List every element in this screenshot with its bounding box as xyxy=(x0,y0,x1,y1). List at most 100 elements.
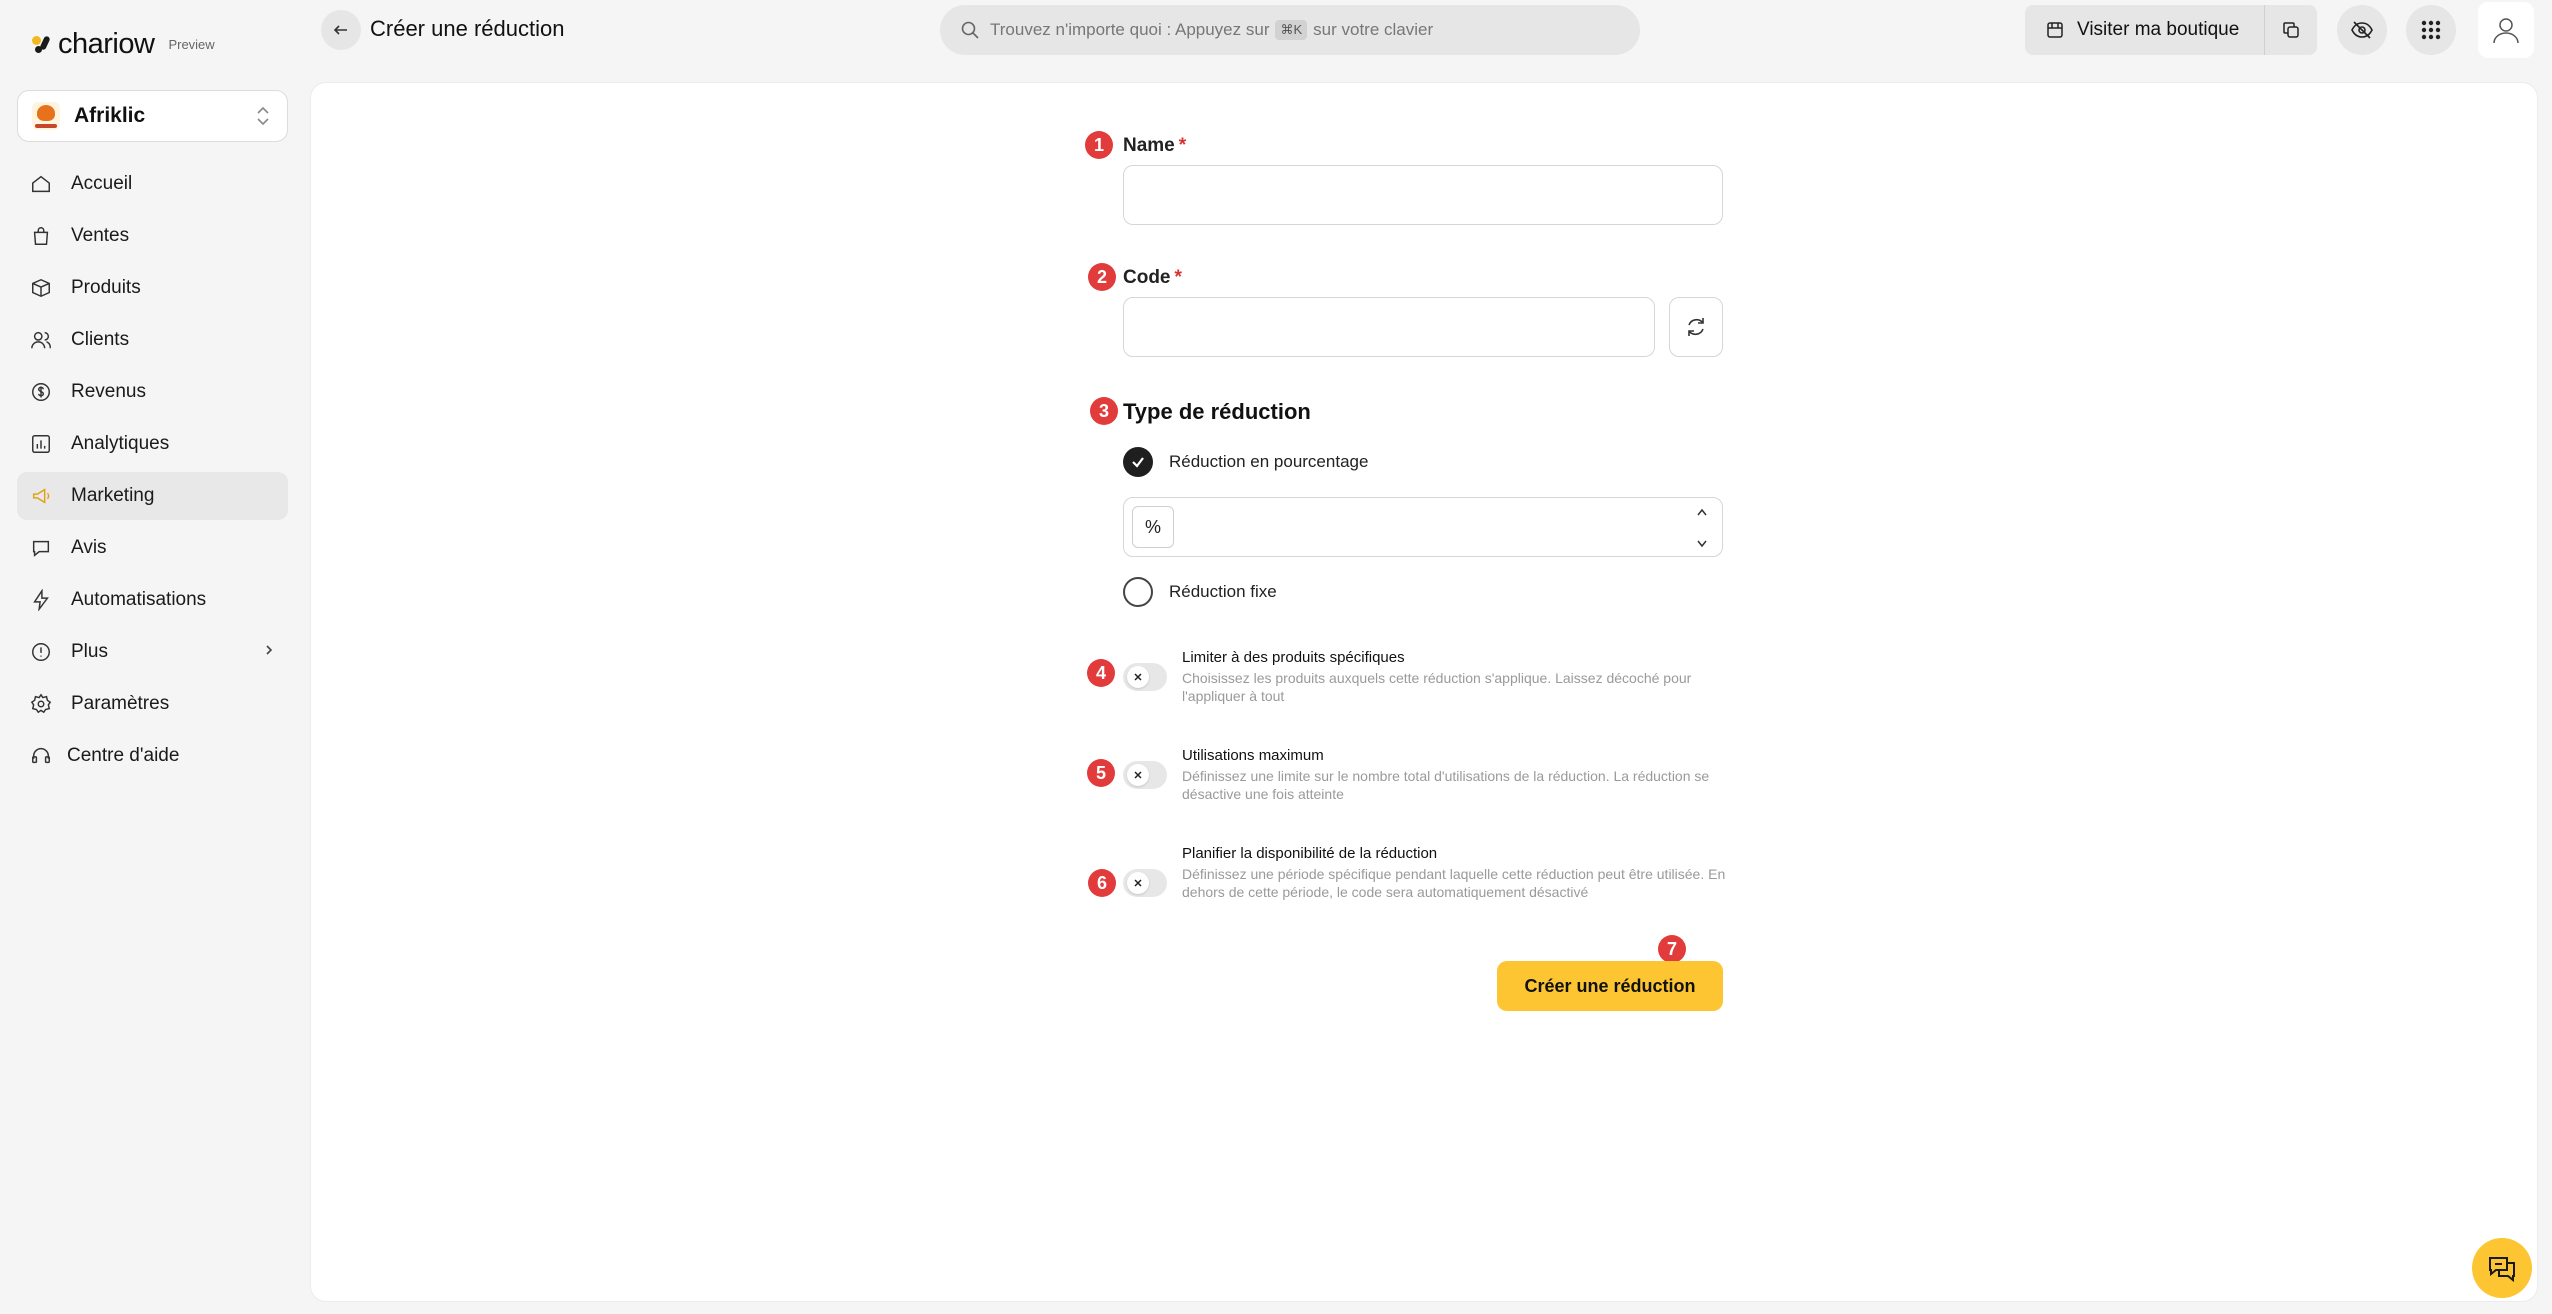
sidebar-item-label: Automatisations xyxy=(71,589,207,610)
search-bar[interactable]: Trouvez n'importe quoi : Appuyez sur ⌘K … xyxy=(940,5,1640,55)
discount-type-title: Type de réduction xyxy=(1123,399,1311,424)
sidebar-item-parametres[interactable]: Paramètres xyxy=(17,680,288,728)
visit-store-button[interactable]: Visiter ma boutique xyxy=(2025,5,2265,55)
visit-store-label: Visiter ma boutique xyxy=(2077,19,2240,40)
sidebar-item-accueil[interactable]: Accueil xyxy=(17,160,288,208)
refresh-icon xyxy=(1688,318,1704,336)
sidebar-item-label: Marketing xyxy=(71,485,155,506)
generate-code-button[interactable] xyxy=(1669,297,1723,357)
bar-chart-icon xyxy=(29,432,53,456)
name-input[interactable] xyxy=(1123,165,1723,225)
name-label-text: Name xyxy=(1123,135,1175,156)
code-input[interactable] xyxy=(1123,297,1655,357)
sidebar-item-label: Paramètres xyxy=(71,693,170,714)
step-badge: 5 xyxy=(1087,759,1115,787)
sidebar-item-label: Clients xyxy=(71,329,130,350)
sidebar-item-centre-aide[interactable]: Centre d'aide xyxy=(17,732,288,780)
visit-store-group: Visiter ma boutique xyxy=(2025,5,2317,55)
grid-icon xyxy=(2421,20,2441,40)
max-uses-title: Utilisations maximum xyxy=(1182,747,1324,764)
support-chat-button[interactable] xyxy=(2472,1238,2532,1298)
main-panel: 1 Name * 2 Code * 3 Type de réduction Rédu… xyxy=(310,82,2538,1302)
sidebar-item-label: Ventes xyxy=(71,225,130,246)
page-title: Créer une réduction xyxy=(370,16,565,41)
search-shortcut-key: ⌘K xyxy=(1275,20,1308,40)
apps-menu-button[interactable] xyxy=(2406,5,2456,55)
sidebar-item-plus[interactable]: Plus xyxy=(17,628,288,676)
code-label-text: Code xyxy=(1123,267,1171,288)
required-marker: * xyxy=(1174,267,1182,288)
limit-products-description: Choisissez les produits auxquels cette r… xyxy=(1182,670,1692,704)
hide-preview-button[interactable] xyxy=(2337,5,2387,55)
sidebar-item-avis[interactable]: Avis xyxy=(17,524,288,572)
schedule-description: Définissez une période spécifique pendan… xyxy=(1182,866,1726,900)
schedule-toggle[interactable] xyxy=(1123,869,1167,897)
sidebar-item-label: Revenus xyxy=(71,381,146,402)
radio-fixed-label: Réduction fixe xyxy=(1169,582,1277,601)
radio-fixed[interactable]: Réduction fixe xyxy=(1123,577,1277,607)
back-button[interactable] xyxy=(321,10,361,50)
step-badge: 1 xyxy=(1085,131,1113,159)
step-badge: 6 xyxy=(1088,869,1116,897)
brand-logo[interactable]: chariow Preview xyxy=(32,28,215,61)
name-label: Name * xyxy=(1123,135,1186,157)
info-icon xyxy=(29,640,53,664)
percentage-input[interactable]: % xyxy=(1123,497,1723,557)
sidebar: chariow Preview Afriklic Accueil Ventes … xyxy=(0,0,308,1314)
user-icon xyxy=(2493,18,2519,44)
sidebar-item-label: Centre d'aide xyxy=(67,745,180,766)
radio-checked-icon xyxy=(1123,447,1153,477)
sidebar-item-revenus[interactable]: Revenus xyxy=(17,368,288,416)
sidebar-item-marketing[interactable]: Marketing xyxy=(17,472,288,520)
sidebar-item-automatisations[interactable]: Automatisations xyxy=(17,576,288,624)
sidebar-item-label: Analytiques xyxy=(71,433,170,454)
store-name: Afriklic xyxy=(74,104,146,127)
chevron-up-icon xyxy=(1697,508,1707,516)
lightning-icon xyxy=(29,588,53,612)
eye-off-icon xyxy=(2351,21,2373,39)
store-avatar xyxy=(32,102,60,130)
chevron-up-down-icon xyxy=(253,104,273,128)
max-uses-toggle[interactable] xyxy=(1123,761,1167,789)
storefront-icon xyxy=(2047,22,2063,38)
search-icon xyxy=(961,21,979,39)
chat-support-icon xyxy=(2489,1257,2515,1283)
store-switcher[interactable]: Afriklic xyxy=(17,90,288,142)
sidebar-item-label: Produits xyxy=(71,277,141,298)
close-icon xyxy=(1127,872,1149,894)
headset-icon xyxy=(29,744,53,768)
chat-bubble-icon xyxy=(29,536,53,560)
limit-products-title: Limiter à des produits spécifiques xyxy=(1182,649,1405,666)
box-icon xyxy=(29,276,53,300)
copy-link-button[interactable] xyxy=(2265,5,2317,55)
close-icon xyxy=(1127,764,1149,786)
sidebar-item-ventes[interactable]: Ventes xyxy=(17,212,288,260)
radio-percentage[interactable]: Réduction en pourcentage xyxy=(1123,447,1368,477)
required-marker: * xyxy=(1178,135,1187,156)
limit-products-toggle[interactable] xyxy=(1123,663,1167,691)
max-uses-description: Définissez une limite sur le nombre tota… xyxy=(1182,768,1710,802)
number-stepper[interactable] xyxy=(1694,508,1710,548)
sidebar-item-label: Accueil xyxy=(71,173,133,194)
sidebar-item-produits[interactable]: Produits xyxy=(17,264,288,312)
preview-badge: Preview xyxy=(168,37,215,52)
gear-icon xyxy=(29,692,53,716)
code-label: Code * xyxy=(1123,267,1182,289)
sidebar-item-label: Avis xyxy=(71,537,107,558)
copy-icon xyxy=(2283,22,2299,38)
user-menu-button[interactable] xyxy=(2478,2,2534,58)
step-badge: 2 xyxy=(1088,263,1116,291)
create-discount-button[interactable]: Créer une réduction xyxy=(1497,961,1723,1011)
radio-percentage-label: Réduction en pourcentage xyxy=(1169,452,1369,471)
search-placeholder-end: sur votre clavier xyxy=(1313,20,1434,39)
sidebar-item-clients[interactable]: Clients xyxy=(17,316,288,364)
close-icon xyxy=(1127,666,1149,688)
chevron-right-icon xyxy=(262,641,276,663)
home-icon xyxy=(29,172,53,196)
sidebar-item-analytiques[interactable]: Analytiques xyxy=(17,420,288,468)
radio-unchecked-icon xyxy=(1123,577,1153,607)
sidebar-item-label: Plus xyxy=(71,641,108,662)
search-placeholder-start: Trouvez n'importe quoi : Appuyez sur xyxy=(990,20,1270,39)
step-badge: 7 xyxy=(1658,935,1686,963)
megaphone-icon xyxy=(29,484,53,508)
